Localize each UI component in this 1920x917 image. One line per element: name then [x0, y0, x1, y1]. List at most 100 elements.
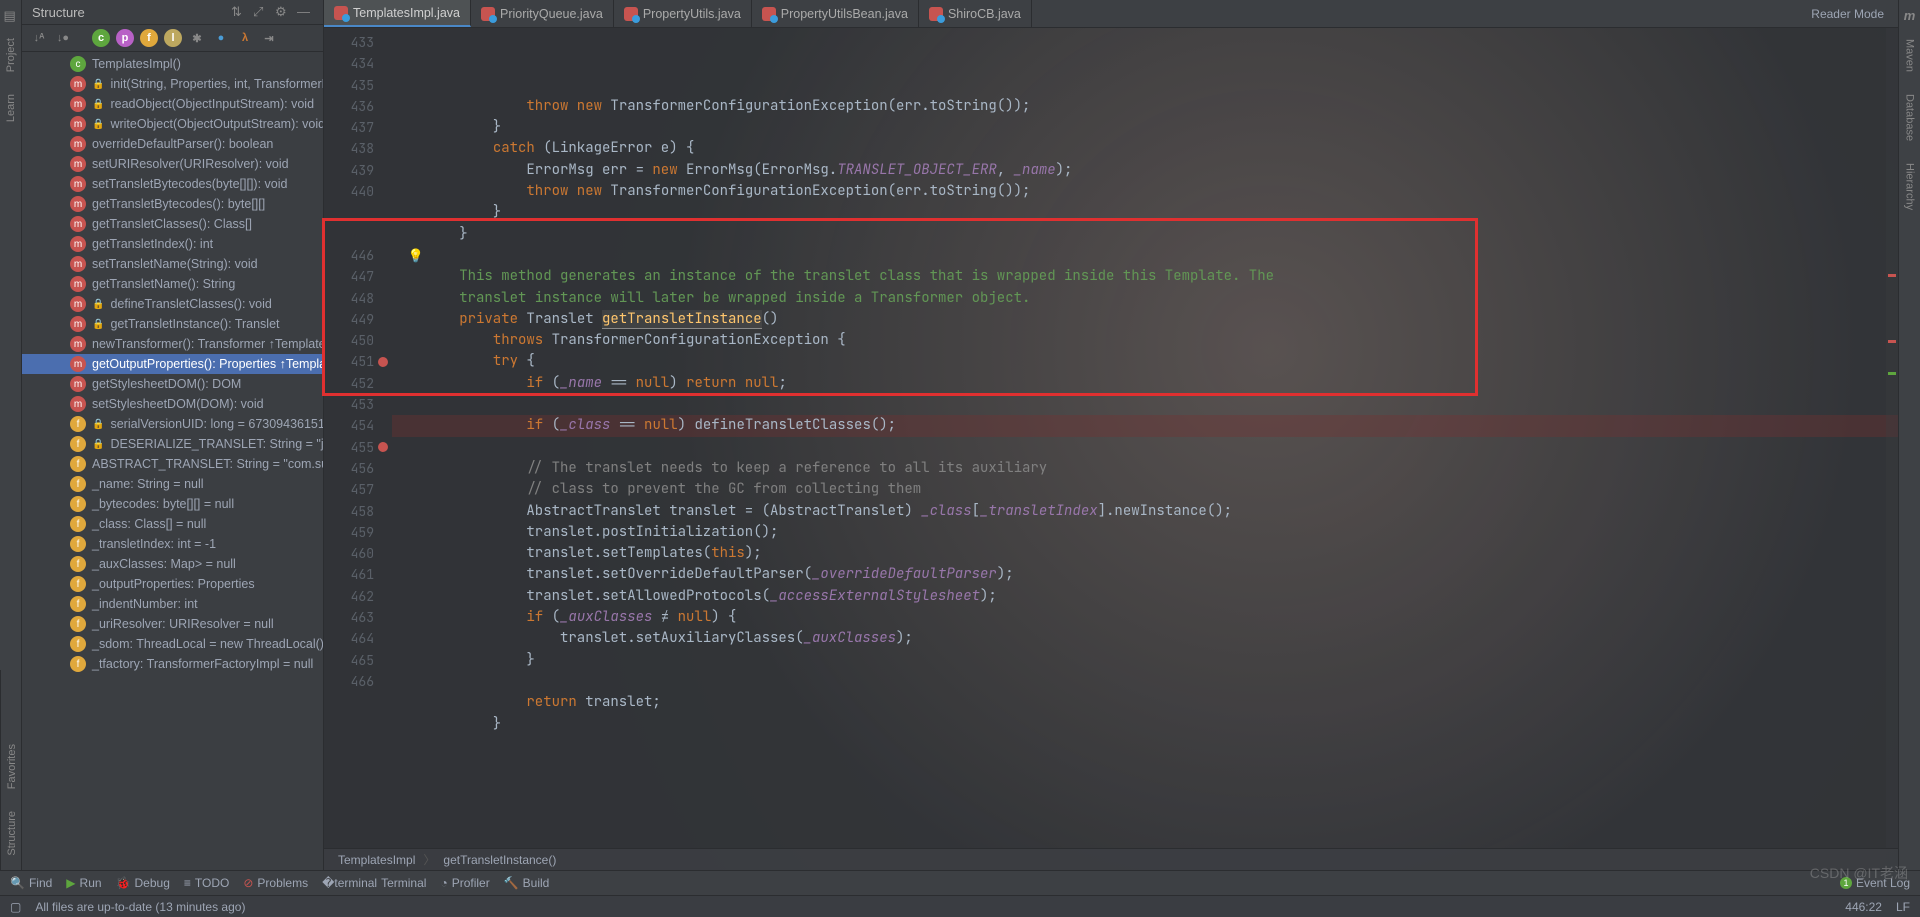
code-line[interactable]: if (_auxClasses ≠ null) { — [392, 607, 1898, 628]
hide-icon[interactable]: — — [297, 4, 313, 20]
todo-tool[interactable]: ≡TODO — [184, 876, 229, 890]
tree-item[interactable]: msetTransletBytecodes(byte[][]): void — [22, 174, 323, 194]
code-line[interactable]: } — [392, 224, 1898, 245]
show-fields-icon[interactable]: f — [140, 29, 158, 47]
code-line[interactable]: translet.setTemplates(this); — [392, 543, 1898, 564]
tree-item[interactable]: m🔒readObject(ObjectInputStream): void — [22, 94, 323, 114]
tree-item[interactable]: m🔒defineTransletClasses(): void — [22, 294, 323, 314]
vtab-favorites[interactable]: Favorites — [4, 738, 20, 795]
code-line[interactable]: throw new TransformerConfigurationExcept… — [392, 96, 1898, 117]
code-line[interactable] — [392, 437, 1898, 458]
caret-position[interactable]: 446:22 — [1845, 900, 1882, 914]
code-line[interactable]: AbstractTranslet translet = (AbstractTra… — [392, 501, 1898, 522]
tree-item[interactable]: f_sdom: ThreadLocal = new ThreadLocal() — [22, 634, 323, 654]
tree-item[interactable]: f🔒serialVersionUID: long = 6730943615192… — [22, 414, 323, 434]
tree-item[interactable]: msetTransletName(String): void — [22, 254, 323, 274]
vtab-project[interactable]: Project — [3, 32, 19, 78]
tree-item[interactable]: moverrideDefaultParser(): boolean — [22, 134, 323, 154]
code-line[interactable] — [392, 671, 1898, 692]
line-ending[interactable]: LF — [1896, 900, 1910, 914]
code-line[interactable]: ErrorMsg err = new ErrorMsg(ErrorMsg.TRA… — [392, 160, 1898, 181]
code-line[interactable]: catch (LinkageError e) { — [392, 138, 1898, 159]
tree-item[interactable]: mgetTransletBytecodes(): byte[][] — [22, 194, 323, 214]
gear-icon[interactable]: ⚙ — [275, 4, 291, 20]
code-line[interactable]: throw new TransformerConfigurationExcept… — [392, 181, 1898, 202]
sort-vis-icon[interactable]: ↓● — [54, 29, 72, 47]
vtab-maven[interactable]: Maven — [1902, 33, 1918, 78]
code-line[interactable] — [392, 735, 1898, 756]
show-anon-icon[interactable]: ✱ — [188, 29, 206, 47]
tree-item[interactable]: f_name: String = null — [22, 474, 323, 494]
code-line[interactable]: return translet; — [392, 692, 1898, 713]
gutter[interactable]: 4334344354364374384394404464474484494504… — [324, 28, 392, 848]
tree-item[interactable]: fABSTRACT_TRANSLET: String = "com.sun… — [22, 454, 323, 474]
tree-item[interactable]: mgetStylesheetDOM(): DOM — [22, 374, 323, 394]
tree-item[interactable]: m🔒init(String, Properties, int, Transfor… — [22, 74, 323, 94]
tree-item[interactable]: cTemplatesImpl() — [22, 54, 323, 74]
vtab-database[interactable]: Database — [1902, 88, 1918, 147]
code-line[interactable]: // The translet needs to keep a referenc… — [392, 458, 1898, 479]
tree-item[interactable]: mgetOutputProperties(): Properties ↑Temp… — [22, 354, 323, 374]
show-lambda2-icon[interactable]: λ — [236, 29, 254, 47]
code-line[interactable]: if (_class == null) defineTransletClasse… — [392, 415, 1898, 436]
build-tool[interactable]: 🔨Build — [504, 876, 550, 890]
breadcrumb-item[interactable]: getTransletInstance() — [443, 853, 556, 867]
tree-item[interactable]: f_uriResolver: URIResolver = null — [22, 614, 323, 634]
vtab-hierarchy[interactable]: Hierarchy — [1902, 157, 1918, 216]
find-tool[interactable]: 🔍Find — [10, 876, 52, 890]
event-log-tool[interactable]: 1Event Log — [1840, 876, 1910, 890]
tree-item[interactable]: mgetTransletClasses(): Class[] — [22, 214, 323, 234]
editor-overview-ruler[interactable] — [1886, 28, 1898, 848]
expand-icon[interactable]: ⤢ — [253, 4, 269, 20]
code-line[interactable]: translet.postInitialization(); — [392, 522, 1898, 543]
code-line[interactable]: } — [392, 650, 1898, 671]
code-line[interactable]: } — [392, 714, 1898, 735]
code-line[interactable]: try { — [392, 351, 1898, 372]
project-icon[interactable]: ▤ — [4, 8, 18, 22]
breadcrumb[interactable]: TemplatesImpl 〉 getTransletInstance() — [324, 848, 1898, 870]
terminal-tool[interactable]: �terminalTerminal — [322, 876, 426, 890]
tree-item[interactable]: f_tfactory: TransformerFactoryImpl = nul… — [22, 654, 323, 674]
tree-item[interactable]: f_indentNumber: int — [22, 594, 323, 614]
editor-tab[interactable]: TemplatesImpl.java — [324, 0, 471, 27]
vtab-structure[interactable]: Structure — [4, 805, 20, 862]
code-line[interactable]: translet.setOverrideDefaultParser(_overr… — [392, 564, 1898, 585]
problems-tool[interactable]: ⊘Problems — [243, 876, 308, 890]
reader-mode-toggle[interactable]: Reader Mode — [1797, 7, 1898, 21]
vtab-learn[interactable]: Learn — [3, 88, 19, 128]
show-classes-icon[interactable]: c — [92, 29, 110, 47]
sort-az-icon[interactable]: ↓ᴬ — [30, 29, 48, 47]
tree-item[interactable]: m🔒writeObject(ObjectOutputStream): void — [22, 114, 323, 134]
editor-tab[interactable]: ShiroCB.java — [919, 0, 1032, 27]
editor-tab[interactable]: PropertyUtilsBean.java — [752, 0, 919, 27]
code-line[interactable]: if (_name == null) return null; — [392, 373, 1898, 394]
tree-item[interactable]: f_class: Class[] = null — [22, 514, 323, 534]
tree-item[interactable]: mnewTransformer(): Transformer ↑Template… — [22, 334, 323, 354]
tree-item[interactable]: mgetTransletName(): String — [22, 274, 323, 294]
code-line[interactable]: } — [392, 202, 1898, 223]
run-tool[interactable]: ▶Run — [66, 876, 101, 890]
code-line[interactable]: } — [392, 117, 1898, 138]
code-line[interactable]: private Translet getTransletInstance() — [392, 309, 1898, 330]
status-box-icon[interactable]: ▢ — [10, 900, 21, 914]
code-line[interactable]: throws TransformerConfigurationException… — [392, 330, 1898, 351]
show-lambda-icon[interactable]: ● — [212, 29, 230, 47]
code-line[interactable]: translet.setAllowedProtocols(_accessExte… — [392, 586, 1898, 607]
tree-item[interactable]: f_bytecodes: byte[][] = null — [22, 494, 323, 514]
debug-tool[interactable]: 🐞Debug — [116, 876, 170, 890]
tree-item[interactable]: msetStylesheetDOM(DOM): void — [22, 394, 323, 414]
code-line[interactable] — [392, 394, 1898, 415]
structure-tree[interactable]: cTemplatesImpl()m🔒init(String, Propertie… — [22, 52, 323, 870]
tree-item[interactable]: f_transletIndex: int = -1 — [22, 534, 323, 554]
breadcrumb-item[interactable]: TemplatesImpl — [338, 853, 415, 867]
code-line[interactable] — [392, 245, 1898, 266]
tree-item[interactable]: f_outputProperties: Properties — [22, 574, 323, 594]
breakpoint-icon[interactable] — [378, 357, 388, 367]
tree-item[interactable]: m🔒getTransletInstance(): Translet — [22, 314, 323, 334]
show-packages-icon[interactable]: p — [116, 29, 134, 47]
editor-tab[interactable]: PropertyUtils.java — [614, 0, 752, 27]
tree-item[interactable]: msetURIResolver(URIResolver): void — [22, 154, 323, 174]
code-line[interactable]: translet.setAuxiliaryClasses(_auxClasses… — [392, 628, 1898, 649]
code-line[interactable]: This method generates an instance of the… — [392, 266, 1898, 287]
editor-tab[interactable]: PriorityQueue.java — [471, 0, 614, 27]
